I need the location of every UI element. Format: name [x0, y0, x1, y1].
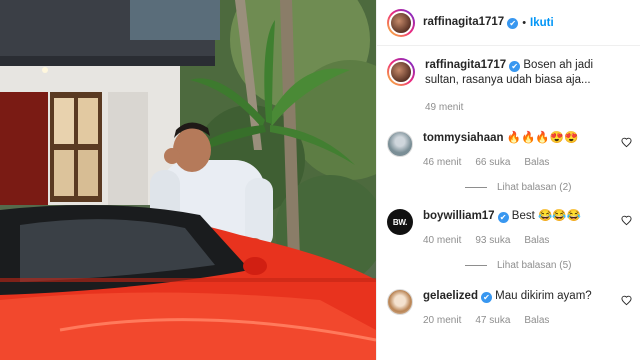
- comments-panel: raffinagita1717 ✔ • Ikuti raffinagita1717…: [376, 0, 640, 360]
- view-replies-button[interactable]: Lihat balasan (2): [465, 182, 640, 193]
- replies-line: [465, 187, 487, 188]
- like-heart-icon[interactable]: [621, 137, 632, 148]
- like-heart-icon[interactable]: [621, 295, 632, 306]
- comment-timestamp[interactable]: 20 menit: [423, 313, 461, 328]
- caption-author-avatar[interactable]: [387, 58, 415, 86]
- replies-line: [465, 265, 487, 266]
- comment-timestamp[interactable]: 40 menit: [423, 233, 461, 248]
- author-username[interactable]: raffinagita1717 ✔: [423, 16, 519, 29]
- view-replies-label[interactable]: Lihat balasan (5): [497, 260, 572, 271]
- commenter-username[interactable]: tommysiahaan: [423, 132, 504, 144]
- post-image: [0, 0, 376, 360]
- verified-badge-icon: ✔: [507, 18, 519, 29]
- author-avatar[interactable]: [387, 8, 415, 37]
- reply-button[interactable]: Balas: [524, 233, 549, 248]
- caption-timestamp[interactable]: 49 menit: [425, 100, 630, 115]
- verified-badge-icon: ✔: [480, 292, 492, 303]
- follow-button[interactable]: Ikuti: [530, 17, 554, 29]
- comment-timestamp[interactable]: 46 menit: [423, 155, 461, 170]
- like-heart-icon[interactable]: [621, 215, 632, 226]
- verified-badge-icon: ✔: [497, 212, 509, 223]
- caption-username[interactable]: raffinagita1717: [425, 59, 506, 71]
- separator-dot: •: [522, 16, 527, 29]
- reply-button[interactable]: Balas: [524, 155, 549, 170]
- view-replies-button[interactable]: Lihat balasan (5): [465, 260, 640, 271]
- comment-text: Mau dikirim ayam?: [495, 290, 592, 302]
- comment-likes[interactable]: 93 suka: [475, 233, 510, 248]
- comment-item: BW. boywilliam17 ✔ Best 😂😂😂 40 menit 93 s…: [377, 209, 640, 248]
- comment-item: tommysiahaan 🔥🔥🔥😍😍 46 menit 66 suka Bala…: [377, 131, 640, 170]
- commenter-avatar[interactable]: [387, 289, 413, 315]
- commenter-username[interactable]: gelaelized: [423, 290, 478, 302]
- commenter-avatar[interactable]: BW.: [387, 209, 413, 235]
- header-username-text[interactable]: raffinagita1717: [423, 16, 504, 28]
- comment-item: gelaelized ✔ Mau dikirim ayam? 20 menit 4…: [377, 289, 640, 328]
- commenter-username[interactable]: boywilliam17: [423, 210, 495, 222]
- comment-likes[interactable]: 47 suka: [475, 313, 510, 328]
- comment-likes[interactable]: 66 suka: [475, 155, 510, 170]
- reply-button[interactable]: Balas: [524, 313, 549, 328]
- commenter-avatar[interactable]: [387, 131, 413, 157]
- view-replies-label[interactable]: Lihat balasan (2): [497, 182, 572, 193]
- post-header: raffinagita1717 ✔ • Ikuti: [377, 0, 640, 46]
- comment-text: 🔥🔥🔥😍😍: [506, 132, 579, 144]
- post-caption: raffinagita1717 ✔ Bosen ah jadi sultan, r…: [377, 46, 640, 115]
- post-photo: [0, 0, 376, 360]
- verified-badge-icon: ✔: [509, 61, 521, 72]
- comment-text: Best 😂😂😂: [511, 210, 581, 222]
